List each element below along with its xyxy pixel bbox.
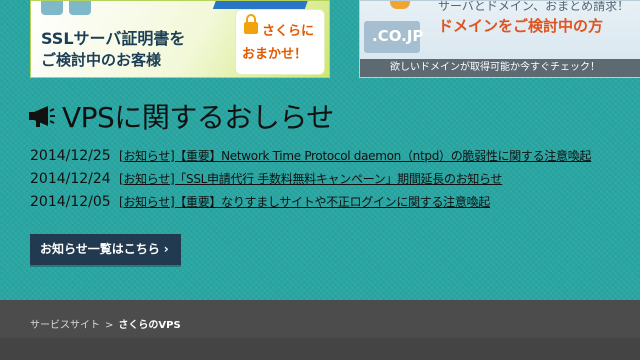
cart-icon [69, 1, 91, 15]
list-item: 2014/12/05 [お知らせ]【重要】なりすましサイトや不正ログインに関する… [30, 193, 591, 216]
domain-banner[interactable]: .CO.JP サーバとドメイン、おまとめ請求！ ドメインをご検討中の方 欲しいド… [359, 0, 640, 78]
ssl-banner-title: SSLサーバ証明書を [41, 29, 186, 48]
news-link[interactable]: [お知らせ]【重要】なりすましサイトや不正ログインに関する注意喚起 [119, 193, 490, 210]
footer-bottom-bar [0, 338, 640, 360]
ssl-banner-subtitle: ご検討中のお客様 [41, 51, 162, 69]
domain-banner-footer: 欲しいドメインが取得可能か今すぐチェック！ [360, 59, 640, 77]
breadcrumb-current: さくらのVPS [118, 320, 181, 331]
news-date: 2014/12/24 [30, 171, 111, 187]
document-icon [41, 1, 63, 15]
all-news-button-label: お知らせ一覧はこちら [40, 242, 160, 256]
ssl-bubble-line1: さくらに [262, 24, 315, 39]
decor-shape [390, 1, 410, 9]
breadcrumb-separator: > [105, 320, 114, 331]
list-item: 2014/12/25 [お知らせ]【重要】Network Time Protoc… [30, 147, 591, 170]
news-list: 2014/12/25 [お知らせ]【重要】Network Time Protoc… [30, 147, 591, 216]
ssl-decor-icons [41, 1, 91, 15]
news-date: 2014/12/05 [30, 194, 111, 210]
ssl-banner[interactable]: SSLサーバ証明書を ご検討中のお客様 さくらに おまかせ！ [30, 0, 330, 78]
ssl-bubble-line2: おまかせ！ [242, 47, 308, 62]
ssl-speech-bubble: さくらに おまかせ！ [235, 9, 325, 75]
domain-banner-title: ドメインをご検討中の方 [438, 17, 604, 35]
ssl-ribbon [212, 1, 310, 9]
domain-badge-text: .CO.JP [372, 27, 424, 45]
breadcrumb-service-site[interactable]: サービスサイト [30, 320, 100, 331]
news-date: 2014/12/25 [30, 148, 111, 164]
news-heading: VPSに関するおしらせ [28, 96, 334, 136]
all-news-button[interactable]: お知らせ一覧はこちら › [30, 234, 181, 265]
lock-icon [244, 14, 258, 34]
chevron-right-icon: › [163, 242, 169, 256]
megaphone-icon [29, 106, 55, 127]
breadcrumb: サービスサイト > さくらのVPS [30, 316, 181, 331]
footer: サービスサイト > さくらのVPS [0, 300, 640, 360]
list-item: 2014/12/24 [お知らせ]「SSL申請代行 手数料無料キャンペーン」期間… [30, 170, 591, 193]
page-title: VPSに関するおしらせ [62, 101, 334, 134]
domain-banner-line1: サーバとドメイン、おまとめ請求！ [438, 0, 630, 13]
news-link[interactable]: [お知らせ]【重要】Network Time Protocol daemon（n… [119, 147, 591, 164]
news-link[interactable]: [お知らせ]「SSL申請代行 手数料無料キャンペーン」期間延長のお知らせ [119, 170, 503, 187]
